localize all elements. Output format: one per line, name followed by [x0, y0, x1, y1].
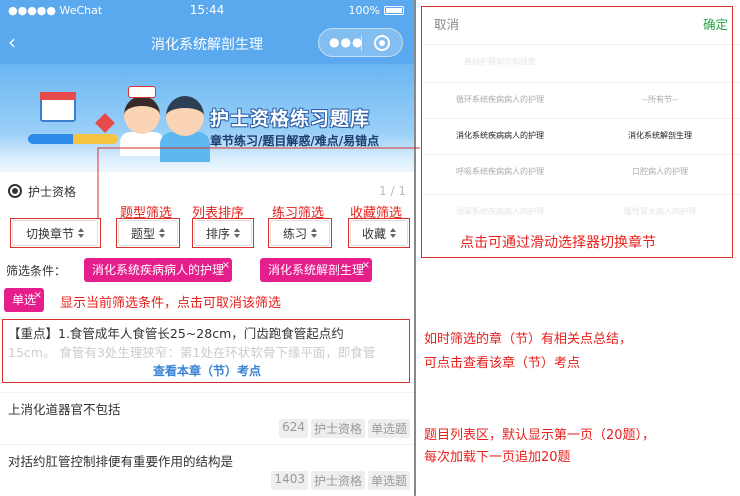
highlight-box	[421, 6, 733, 258]
annotation-list-2: 每次加载下一页追加20题	[424, 450, 571, 465]
annotation-keypoint-1: 如时筛选的章（节）有相关点总结，	[424, 332, 633, 347]
annotation-keypoint-2: 可点击查看该章（节）考点	[424, 356, 581, 371]
annotation-list-1: 题目列表区，默认显示第一页（20题），	[424, 428, 656, 443]
screen: ●●●●● WeChat 15:44 100% ‹ 消化系统解剖生理 ●●● 护…	[0, 0, 740, 496]
